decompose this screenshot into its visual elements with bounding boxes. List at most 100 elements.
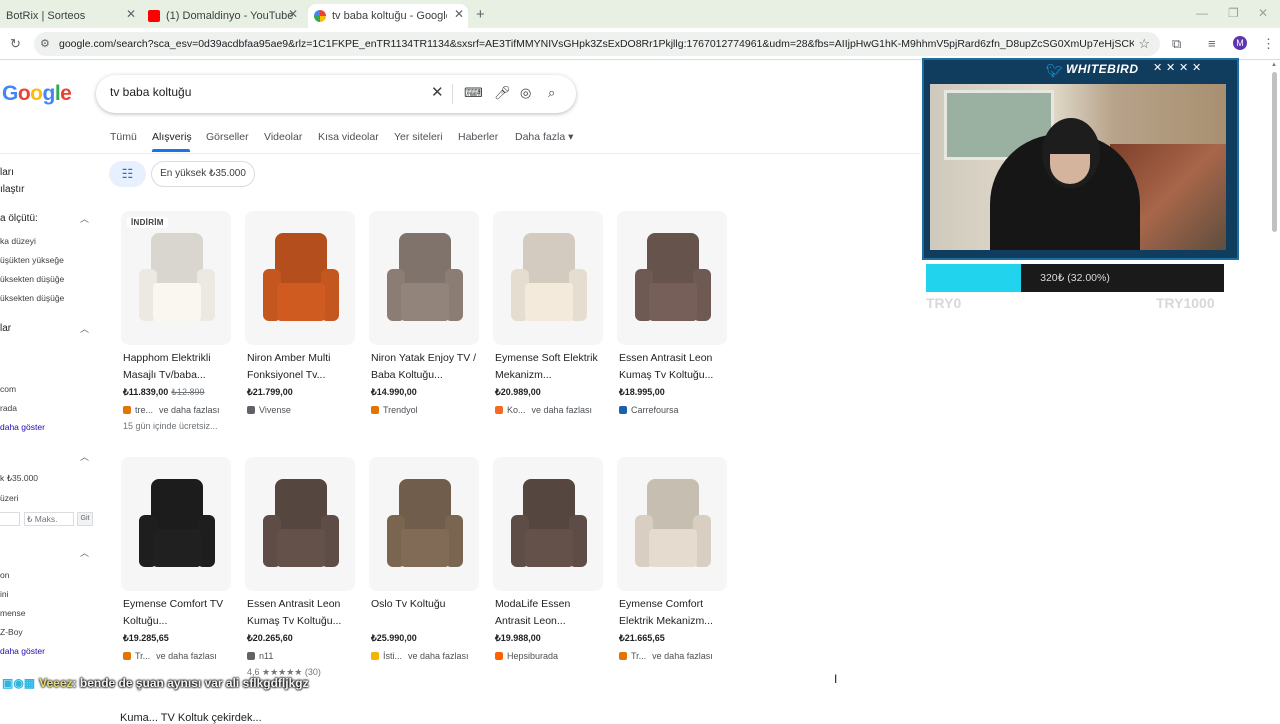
sidebar-option[interactable]: ini (0, 589, 9, 599)
tab-shopping[interactable]: Alışveriş (152, 131, 192, 143)
product-title[interactable]: Essen Antrasit Leon Kumaş Tv Koltuğu... (619, 350, 731, 383)
sidebar-section-stores[interactable]: lar (0, 323, 11, 334)
lens-icon[interactable]: ◎ (520, 85, 531, 101)
product-price: ₺19.285,65 (123, 633, 169, 643)
product-image[interactable] (245, 457, 355, 591)
close-tab-icon[interactable]: ✕ (126, 7, 136, 21)
clear-icon[interactable]: ✕ (431, 83, 444, 101)
tab-videos[interactable]: Videolar (264, 131, 302, 143)
divider (0, 153, 920, 154)
search-box[interactable]: ✕ ⌨ 🎤︎ ◎ ⌕ (96, 75, 576, 113)
product-image[interactable] (617, 457, 727, 591)
product-title[interactable]: ModaLife Essen Antrasit Leon... (495, 596, 607, 629)
maximize-button[interactable]: ❐ (1228, 6, 1239, 20)
tab-youtube[interactable]: (1) Domaldinyo - YouTube ✕ (142, 4, 302, 28)
sidebar-option[interactable]: k ₺35.000 (0, 473, 38, 484)
extensions-icon[interactable]: ⧉ (1172, 36, 1181, 52)
sidebar-option[interactable]: üksekten düşüğe (0, 274, 64, 284)
product-image[interactable] (369, 211, 479, 345)
product-title[interactable]: Essen Antrasit Leon Kumaş Tv Koltuğu... (247, 596, 359, 629)
close-tab-icon[interactable]: ✕ (288, 7, 298, 21)
product-price: ₺21.665,65 (619, 633, 665, 643)
sidebar-option[interactable]: Z-Boy (0, 627, 23, 637)
chevron-up-icon[interactable]: ︿ (80, 546, 89, 559)
chevron-up-icon[interactable]: ︿ (80, 450, 89, 463)
product-title[interactable]: Eymense Soft Elektrik Mekanizm... (495, 350, 607, 383)
close-icon: ✕ (1179, 62, 1189, 74)
search-input[interactable] (110, 85, 410, 99)
scroll-up-icon[interactable]: ▲ (1271, 62, 1277, 68)
old-price: ₺12.899 (171, 387, 205, 397)
product-image[interactable] (493, 457, 603, 591)
url-text[interactable]: google.com/search?sca_esv=0d39acdbfaa95a… (59, 38, 1134, 50)
tab-more[interactable]: Daha fazla ▾ (515, 131, 573, 143)
more-sellers: ve daha fazlası (159, 405, 220, 415)
tab-places[interactable]: Yer siteleri (394, 131, 443, 143)
product-image[interactable] (617, 211, 727, 345)
product-title[interactable]: Happhom Elektrikli Masajlı Tv/baba... (123, 350, 235, 383)
microphone-icon[interactable]: 🎤︎ (494, 85, 511, 101)
min-price-field[interactable] (0, 512, 20, 526)
sidebar-option[interactable]: mense (0, 608, 26, 618)
max-price-field[interactable]: ₺ Maks. (24, 512, 74, 526)
product-image[interactable] (245, 211, 355, 345)
sidebar-section-sort[interactable]: a ölçütü: (0, 213, 38, 224)
tab-all[interactable]: Tümü (110, 131, 137, 143)
seller-icon (247, 406, 255, 414)
tab-short-videos[interactable]: Kısa videolar (318, 131, 379, 143)
sidebar-option[interactable]: on (0, 570, 9, 580)
show-more-link[interactable]: daha göster (0, 422, 45, 432)
profile-avatar[interactable]: M (1233, 36, 1247, 50)
tab-news[interactable]: Haberler (458, 131, 498, 143)
product-image[interactable] (121, 457, 231, 591)
minimize-button[interactable]: — (1196, 6, 1208, 20)
product-image[interactable]: İNDİRİM (121, 211, 231, 345)
product-title[interactable]: Eymense Comfort Elektrik Mekanizm... (619, 596, 731, 629)
stream-overlay: 🐦︎ WHITEBIRD ✕ ✕ ✕ ✕ (922, 58, 1239, 260)
scrollbar[interactable]: ▲ (1270, 62, 1278, 720)
sidebar-option[interactable]: rada (0, 403, 17, 413)
omnibox[interactable]: ⚙ google.com/search?sca_esv=0d39acdbfaa9… (34, 32, 1160, 56)
tab-google-shopping[interactable]: tv baba koltuğu - Google Alışveriş ✕ (308, 4, 468, 28)
reload-icon[interactable]: ↻ (10, 36, 21, 52)
product-image[interactable] (493, 211, 603, 345)
product-price: ₺14.990,00 (371, 387, 417, 397)
chevron-up-icon[interactable]: ︿ (80, 322, 89, 335)
tab-images[interactable]: Görseller (206, 131, 249, 143)
sidebar-option[interactable]: üksekten düşüğe (0, 293, 64, 303)
product-title[interactable]: Oslo Tv Koltuğu (371, 596, 483, 613)
go-button[interactable]: Git (77, 512, 93, 526)
sidebar-option[interactable]: ka düzeyi (0, 236, 36, 246)
menu-icon[interactable]: ⋮ (1262, 36, 1275, 52)
google-logo[interactable]: Google (2, 82, 72, 106)
sidebar-option[interactable]: com (0, 384, 16, 394)
sidebar-option[interactable]: üzeri (0, 493, 18, 503)
partial-bottom-text: Kuma... TV Koltuk çekirdek... (120, 712, 262, 724)
new-tab-button[interactable]: + (476, 6, 485, 23)
chat-overlay-message: ▣◉▦ Veeez: bende de şuan aynısı var ali s… (2, 676, 309, 694)
chevron-up-icon[interactable]: ︿ (80, 212, 89, 225)
scroll-thumb[interactable] (1272, 72, 1277, 232)
bookmark-star-icon[interactable]: ☆ (1138, 36, 1150, 52)
search-icon[interactable]: ⌕ (548, 85, 555, 101)
product-title[interactable]: Niron Yatak Enjoy TV / Baba Koltuğu... (371, 350, 483, 383)
text-cursor-icon: I (834, 672, 838, 686)
product-title[interactable]: Eymense Comfort TV Koltuğu... (123, 596, 235, 629)
product-title[interactable]: Niron Amber Multi Fonksiyonel Tv... (247, 350, 359, 383)
product-seller: Carrefoursa (619, 405, 679, 415)
close-tab-icon[interactable]: ✕ (454, 7, 464, 21)
product-price: ₺19.988,00 (495, 633, 541, 643)
sidebar-line[interactable]: ılaştır (0, 184, 24, 195)
tab-botrix[interactable]: BotRix | Sorteos ✕ (0, 4, 140, 28)
sidebar-option[interactable]: üşükten yükseğe (0, 255, 64, 265)
product-seller: Ko... ve daha fazlası (495, 405, 592, 415)
media-control-icon[interactable]: ≡ (1208, 36, 1216, 51)
site-info-icon[interactable]: ⚙ (40, 37, 50, 50)
filter-toggle-button[interactable]: ☷ (109, 161, 146, 187)
show-more-link[interactable]: daha göster (0, 646, 45, 656)
price-chip[interactable]: En yüksek ₺35.000 (151, 161, 255, 187)
product-image[interactable] (369, 457, 479, 591)
close-window-button[interactable]: ✕ (1258, 6, 1268, 20)
keyboard-icon[interactable]: ⌨ (464, 85, 483, 101)
youtube-icon (148, 10, 160, 22)
